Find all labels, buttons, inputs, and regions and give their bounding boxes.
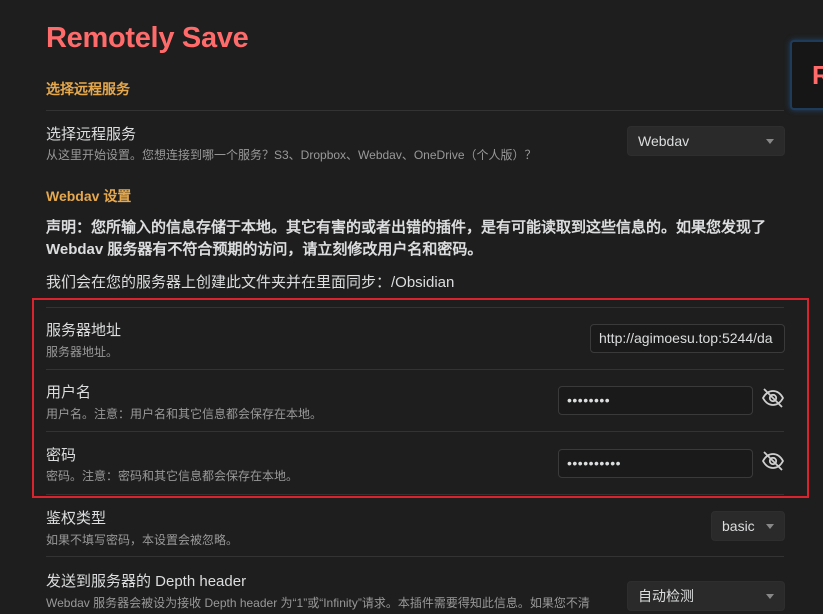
highlight-box: [32, 298, 809, 498]
section-heading-webdav: Webdav 设置: [46, 188, 132, 204]
security-statement: 声明：您所输入的信息存储于本地。其它有害的或者出错的插件，是有可能读取到这些信息…: [46, 219, 767, 258]
depth-select[interactable]: 自动检测: [627, 581, 785, 611]
side-panel[interactable]: R: [790, 40, 823, 110]
chevron-down-icon: [766, 524, 774, 529]
depth-setting-name: 发送到服务器的 Depth header: [46, 573, 247, 590]
auth-setting-desc: 如果不填写密码，本设置会被忽略。: [46, 533, 239, 547]
auth-type-select[interactable]: basic: [711, 511, 785, 541]
auth-type-select-value: basic: [722, 518, 755, 534]
divider: [46, 110, 784, 111]
depth-select-value: 自动检测: [638, 588, 694, 604]
divider: [46, 556, 784, 557]
side-panel-letter: R: [812, 60, 823, 90]
service-setting-desc: 从这里开始设置。您想连接到哪一个服务？S3、Dropbox、Webdav、One…: [46, 148, 537, 162]
service-select[interactable]: Webdav: [627, 126, 785, 156]
chevron-down-icon: [766, 139, 774, 144]
chevron-down-icon: [766, 594, 774, 599]
settings-page: Remotely Save R 选择远程服务 选择远程服务 从这里开始设置。您想…: [0, 0, 823, 614]
plugin-title: Remotely Save: [46, 22, 249, 54]
depth-setting-desc: Webdav 服务器会被设为接收 Depth header 为“1”或“Infi…: [46, 596, 590, 610]
auth-setting-name: 鉴权类型: [46, 510, 107, 527]
sync-folder-text: 我们会在您的服务器上创建此文件夹并在里面同步：/Obsidian: [46, 274, 455, 291]
service-select-value: Webdav: [638, 133, 690, 149]
section-heading-remote-service: 选择远程服务: [46, 81, 130, 97]
service-setting-name: 选择远程服务: [46, 126, 137, 143]
